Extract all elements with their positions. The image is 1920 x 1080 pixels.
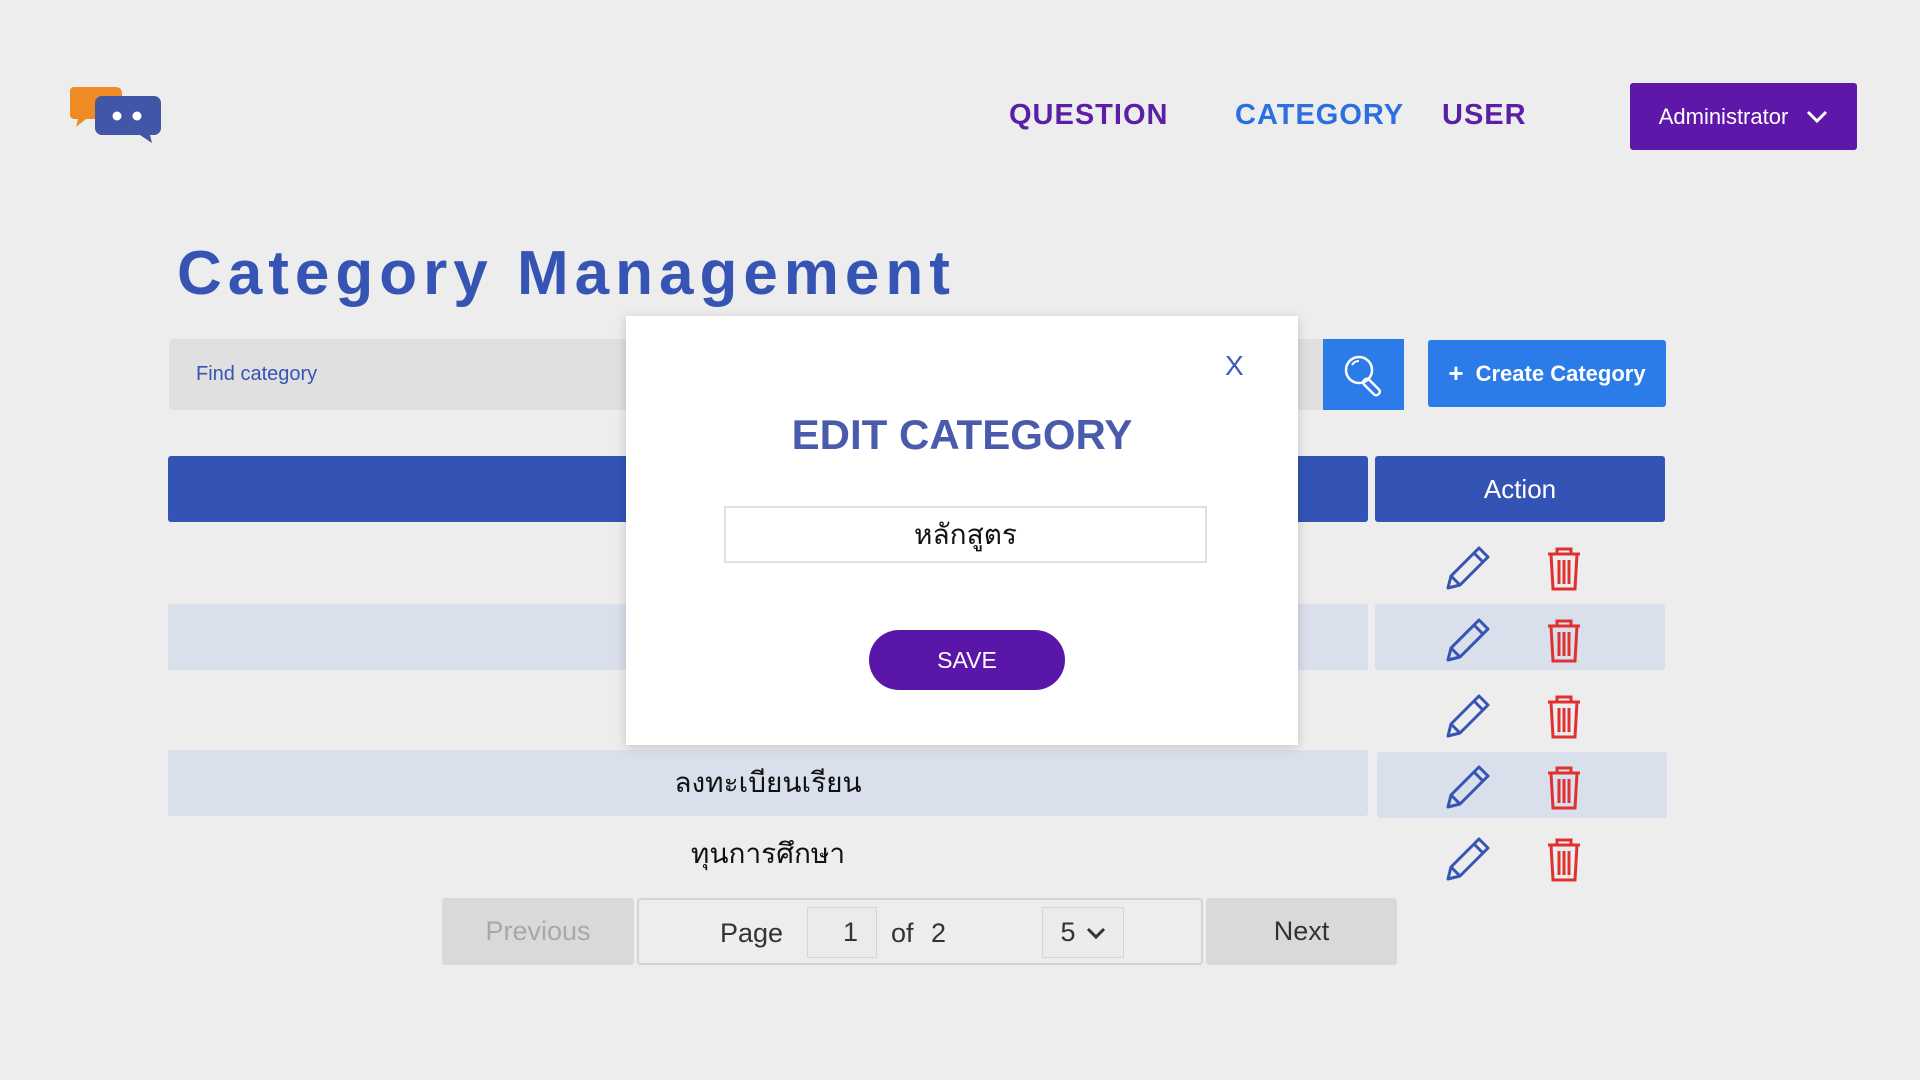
table-row-action-cell [1377,752,1667,818]
edit-category-modal: X EDIT CATEGORY SAVE [626,316,1298,745]
user-menu-label: Administrator [1658,103,1789,129]
page-label: Page [720,918,784,948]
plus-icon: + [1448,358,1464,388]
category-name-cell: ลงทะเบียนเรียน [674,767,862,798]
save-button[interactable]: SAVE [869,630,1065,690]
page-number-input[interactable] [807,907,877,958]
user-menu-button[interactable]: Administrator [1630,83,1857,150]
create-category-label: Create Category [1475,360,1646,386]
category-name-input[interactable] [724,506,1207,563]
trash-icon[interactable] [1538,542,1590,594]
search-button[interactable] [1323,339,1404,410]
edit-icon[interactable] [1442,690,1494,742]
edit-icon[interactable] [1442,614,1494,666]
next-button[interactable]: Next [1206,898,1397,965]
modal-title: EDIT CATEGORY [791,411,1133,458]
edit-icon[interactable] [1442,761,1494,813]
nav-category[interactable]: CATEGORY [1235,98,1404,132]
table-row-action-cell [1375,604,1665,670]
close-button[interactable]: X [1225,350,1244,382]
trash-icon[interactable] [1538,761,1590,813]
previous-button[interactable]: Previous [442,898,634,965]
nav-question[interactable]: QUESTION [1009,98,1168,132]
logo [70,87,162,143]
of-label: of [891,918,914,948]
edit-icon[interactable] [1442,542,1494,594]
page-size-value: 5 [1060,917,1076,947]
trash-icon[interactable] [1538,614,1590,666]
chevron-down-icon [1807,110,1828,123]
chevron-down-icon [1086,927,1105,939]
table-header-action: Action [1375,456,1665,522]
trash-icon[interactable] [1538,690,1590,742]
category-name-cell: ทุนการศึกษา [690,838,846,869]
create-category-button[interactable]: + Create Category [1428,340,1666,407]
nav-user[interactable]: USER [1442,98,1527,132]
pagination-info: Page of 2 5 [637,898,1203,965]
page-title: Category Management [177,239,956,308]
total-pages: 2 [931,918,947,948]
search-icon [1344,355,1381,397]
trash-icon[interactable] [1538,833,1590,885]
edit-icon[interactable] [1442,833,1494,885]
page-size-select[interactable]: 5 [1042,907,1124,958]
